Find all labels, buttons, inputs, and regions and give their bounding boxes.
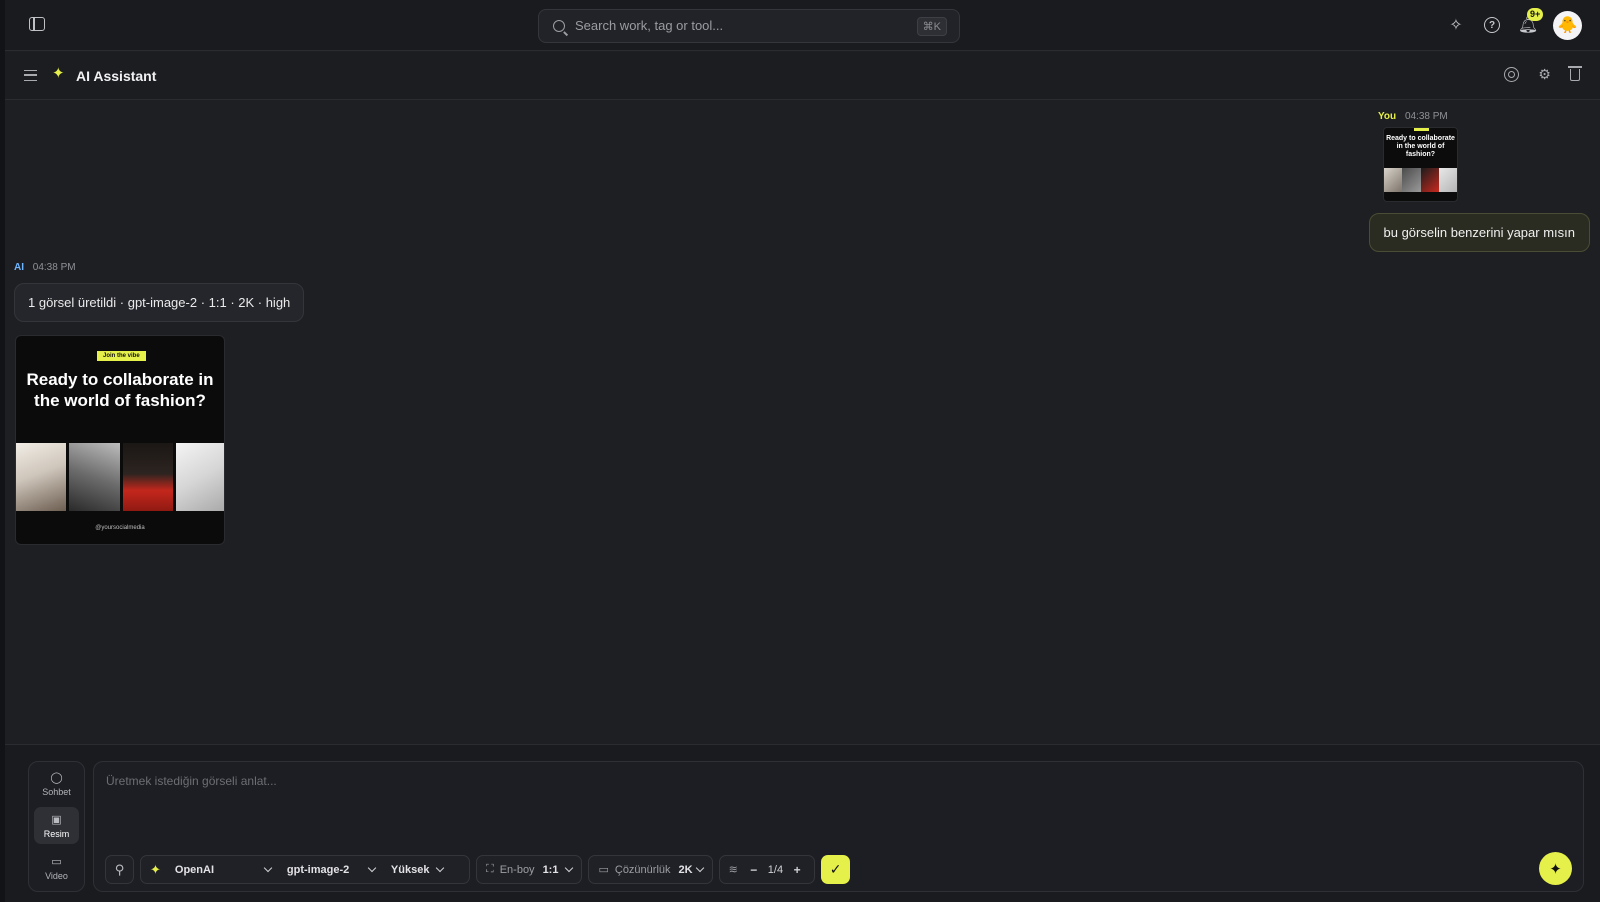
image-handle: @yoursocialmedia (95, 525, 145, 531)
timestamp: 04:38 PM (1404, 111, 1448, 122)
confirm-button[interactable]: ✓ (821, 855, 851, 884)
thumb-tag (1414, 128, 1429, 131)
menu-icon[interactable] (24, 70, 37, 81)
chevron-down-icon (436, 863, 445, 872)
image-title: Ready to collaborate in the world of fas… (26, 370, 214, 410)
ai-sparkle-icon: ✦ (52, 65, 65, 82)
sender-label: AI (14, 262, 24, 273)
sparkle-icon: ✦ (1549, 860, 1562, 878)
model-select[interactable]: gpt-image-2 (286, 863, 377, 876)
thumb-photo-strip (1384, 168, 1457, 192)
mode-label: Video (45, 870, 68, 881)
user-message-bubble: bu görselin benzerini yapar mısın (1368, 213, 1590, 252)
resolution-select[interactable]: ▭ Çözünürlük 2K (588, 855, 713, 884)
video-icon: ▭ (51, 855, 62, 868)
image-tag: Join the vibe (97, 351, 146, 361)
notification-badge: 9+ (1527, 8, 1544, 21)
app-window: Search work, tag or tool... ⌘K ✧ ? 🔔︎ 9+… (5, 0, 1600, 902)
photo-2 (69, 443, 120, 511)
sparkle-icon[interactable]: ✧ (1445, 14, 1467, 36)
image-photo-strip (16, 443, 224, 511)
paperclip-icon: ⚲ (114, 861, 125, 877)
global-search[interactable]: Search work, tag or tool... ⌘K (538, 9, 960, 43)
aspect-ratio-select[interactable]: ⛶ En-boy 1:1 (476, 855, 583, 884)
assistant-header: ✦ AI Assistant ⚙ (5, 52, 1600, 100)
count-value: 1/4 (767, 863, 784, 876)
provider-select[interactable]: OpenAI (174, 863, 273, 876)
aspect-value: 1:1 (542, 863, 559, 876)
composer-area: ◯ Sohbet ▣ Resim ▭ Video Üretmek istediğ… (5, 744, 1600, 902)
search-icon (553, 20, 565, 32)
target-icon[interactable] (1504, 67, 1519, 82)
photo-1 (16, 443, 67, 511)
top-actions: ✧ ? 🔔︎ 9+ 🐥 (1445, 8, 1582, 40)
photo-4 (175, 443, 224, 511)
model-selector-group: ✦ OpenAI gpt-image-2 Yüksek (140, 855, 470, 884)
gear-icon[interactable]: ⚙ (1537, 66, 1552, 82)
attach-button[interactable]: ⚲ (105, 855, 134, 884)
mode-label: Sohbet (42, 786, 71, 797)
page-title: AI Assistant (76, 68, 157, 84)
mode-selector: ◯ Sohbet ▣ Resim ▭ Video (28, 761, 85, 892)
search-input[interactable]: Search work, tag or tool... (575, 18, 723, 33)
ai-message-bubble: 1 görsel üretildi · gpt-image-2 · 1:1 · … (14, 283, 305, 322)
increment-button[interactable]: + (789, 862, 805, 878)
sidebar-toggle-icon[interactable] (29, 17, 45, 31)
composer-toolbar: ⚲ ✦ OpenAI gpt-image-2 Yüksek ⛶ En-boy 1… (105, 855, 851, 884)
generated-image[interactable]: Join the vibe Ready to collaborate in th… (15, 335, 225, 545)
expand-icon: ⛶ (486, 863, 494, 875)
mode-label: Resim (43, 828, 70, 839)
monitor-icon: ▭ (598, 864, 609, 876)
chevron-down-icon (695, 863, 704, 872)
generate-button[interactable]: ✦ (1539, 852, 1572, 885)
prompt-input[interactable]: Üretmek istediğin görseli anlat... (106, 774, 277, 788)
search-shortcut: ⌘K (916, 17, 947, 36)
header-actions: ⚙ (1504, 66, 1582, 82)
decrement-button[interactable]: − (746, 862, 762, 878)
prompt-box[interactable]: Üretmek istediğin görseli anlat... ⚲ ✦ O… (93, 761, 1584, 892)
photo-3 (122, 443, 173, 511)
mode-chat[interactable]: ◯ Sohbet (34, 765, 79, 802)
mode-image[interactable]: ▣ Resim (34, 807, 79, 844)
chevron-down-icon (565, 863, 574, 872)
timestamp: 04:38 PM (32, 262, 76, 273)
quality-value: Yüksek (390, 863, 430, 876)
chat-bubble-icon: ◯ (50, 771, 63, 784)
count-stepper: ≋ − 1/4 + (718, 855, 816, 884)
quality-select[interactable]: Yüksek (390, 863, 445, 876)
aspect-label: En-boy (499, 863, 535, 876)
mode-video[interactable]: ▭ Video (34, 849, 79, 886)
top-bar: Search work, tag or tool... ⌘K ✧ ? 🔔︎ 9+… (5, 0, 1600, 51)
resolution-label: Çözünürlük (614, 863, 671, 876)
model-value: gpt-image-2 (286, 863, 350, 876)
provider-value: OpenAI (174, 863, 215, 876)
avatar[interactable]: 🐥 (1553, 10, 1582, 40)
image-icon: ▣ (51, 813, 62, 826)
trash-icon[interactable] (1568, 66, 1582, 81)
attached-image-thumbnail[interactable]: Ready to collaborate in the world of fas… (1383, 127, 1458, 202)
chevron-down-icon (367, 863, 377, 872)
user-message-meta: You 04:38 PM (1378, 111, 1448, 122)
resolution-value: 2K (678, 863, 693, 876)
help-icon: ? (1484, 17, 1500, 33)
thumb-title: Ready to collaborate in the world of fas… (1386, 135, 1455, 158)
check-icon: ✓ (829, 861, 842, 877)
notifications-button[interactable]: 🔔︎ 9+ (1517, 8, 1544, 36)
ai-message-meta: AI 04:38 PM (14, 262, 76, 273)
help-button[interactable]: ? (1481, 14, 1503, 36)
sender-label: You (1378, 111, 1397, 122)
layers-icon: ≋ (728, 864, 738, 876)
chevron-down-icon (263, 863, 273, 872)
openai-sparkle-icon: ✦ (150, 861, 161, 877)
